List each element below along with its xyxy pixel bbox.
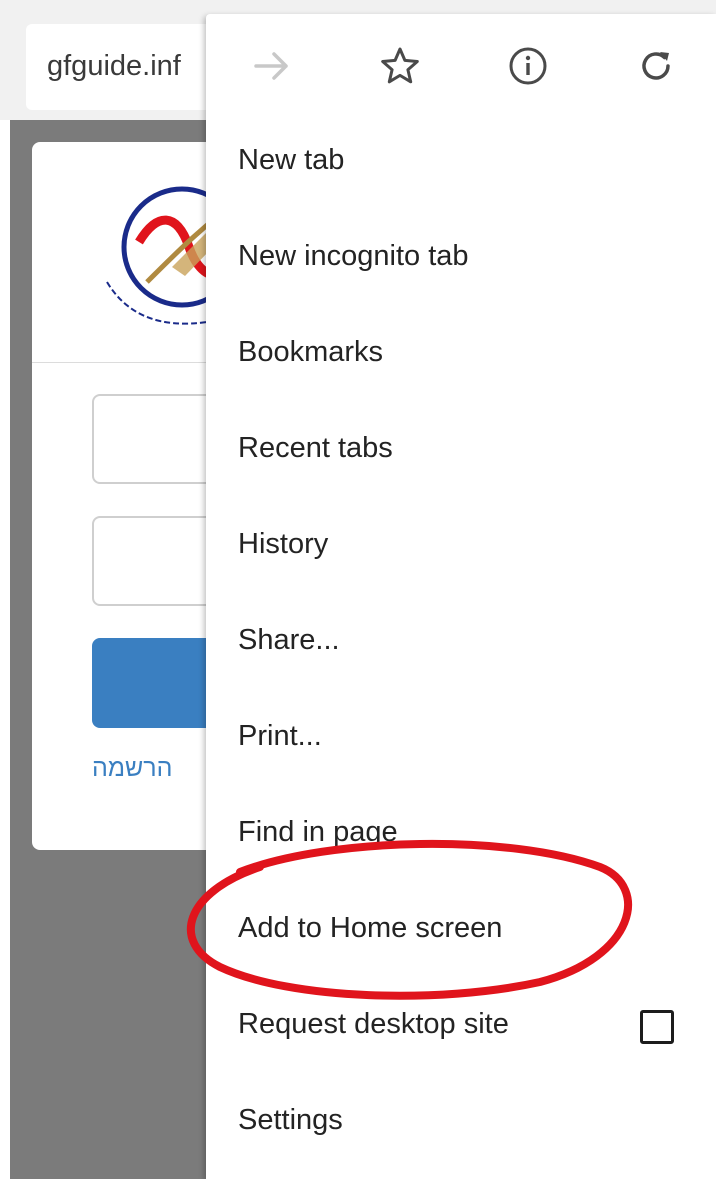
menu-item-label: Find in page xyxy=(238,816,398,848)
menu-item-history[interactable]: History xyxy=(206,498,716,594)
menu-item-label: Recent tabs xyxy=(238,432,393,464)
menu-item-label: New incognito tab xyxy=(238,240,469,272)
menu-item-label: Bookmarks xyxy=(238,336,384,368)
reload-icon[interactable] xyxy=(634,44,678,88)
url-text: gfguide.inf xyxy=(47,50,181,82)
menu-item-settings[interactable]: Settings xyxy=(206,1074,716,1170)
menu-item-label: New tab xyxy=(238,144,345,176)
info-icon[interactable] xyxy=(506,44,550,88)
register-link[interactable]: הרשמה xyxy=(92,754,172,783)
menu-item-print[interactable]: Print... xyxy=(206,690,716,786)
menu-item-share[interactable]: Share... xyxy=(206,594,716,690)
menu-item-label: Share... xyxy=(238,624,340,656)
forward-arrow-icon[interactable] xyxy=(250,44,294,88)
menu-toolbar xyxy=(206,14,716,114)
overflow-menu: New tab New incognito tab Bookmarks Rece… xyxy=(206,14,716,1179)
menu-item-find-in-page[interactable]: Find in page xyxy=(206,786,716,882)
request-desktop-site-checkbox[interactable] xyxy=(640,1010,674,1044)
menu-item-recent-tabs[interactable]: Recent tabs xyxy=(206,402,716,498)
menu-item-request-desktop-site[interactable]: Request desktop site xyxy=(206,978,716,1074)
menu-item-new-incognito-tab[interactable]: New incognito tab xyxy=(206,210,716,306)
star-icon[interactable] xyxy=(378,44,422,88)
menu-item-label: Settings xyxy=(238,1104,343,1136)
menu-item-label: Add to Home screen xyxy=(238,912,503,944)
menu-item-label: Request desktop site xyxy=(238,1008,509,1040)
menu-item-bookmarks[interactable]: Bookmarks xyxy=(206,306,716,402)
menu-item-new-tab[interactable]: New tab xyxy=(206,114,716,210)
menu-item-add-to-home-screen[interactable]: Add to Home screen xyxy=(206,882,716,978)
menu-item-label: History xyxy=(238,528,329,560)
menu-item-label: Print... xyxy=(238,720,322,752)
